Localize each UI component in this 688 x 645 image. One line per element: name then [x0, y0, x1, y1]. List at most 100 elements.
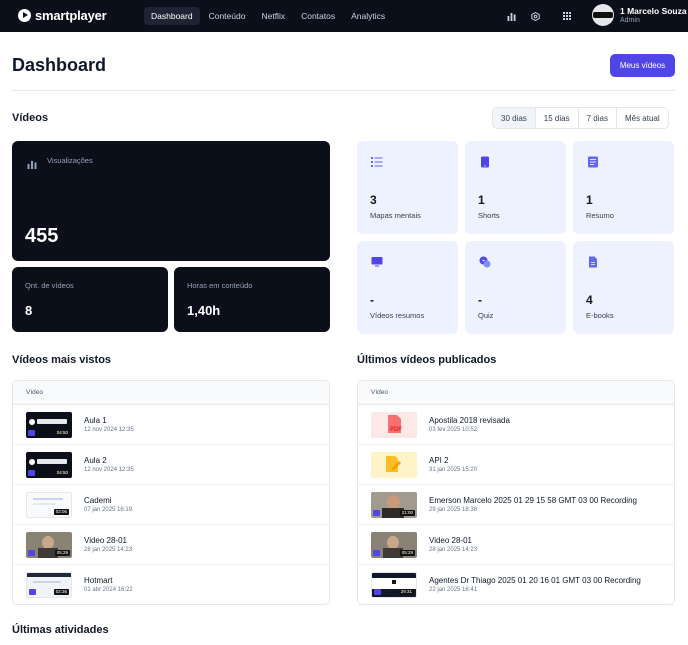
- quiz-card[interactable]: - Quiz: [465, 241, 566, 334]
- grid-icon[interactable]: [561, 10, 573, 22]
- video-thumbnail: 04:50: [26, 451, 72, 478]
- table-row[interactable]: PDF Apostila 2018 revisada 03 fev 2025 1…: [358, 405, 674, 445]
- nav-dashboard[interactable]: Dashboard: [144, 7, 200, 25]
- video-date: 12 nov 2024 12:35: [84, 426, 134, 433]
- main-nav: Dashboard Conteúdo Netflix Contatos Anal…: [144, 7, 392, 25]
- user-name: 1 Marcelo Souza: [620, 5, 687, 16]
- ebook-icon: [587, 255, 599, 268]
- table-row[interactable]: API 2 31 jan 2025 15:20: [358, 445, 674, 485]
- my-videos-button[interactable]: Meus vídeos: [610, 54, 675, 77]
- video-date: 12 nov 2024 12:35: [84, 466, 134, 473]
- range-30-days[interactable]: 30 dias: [493, 108, 536, 128]
- latest-published-title: Últimos vídeos publicados: [357, 354, 497, 366]
- quiz-value: -: [478, 293, 482, 307]
- date-range-tabs: 30 dias 15 dias 7 dias Mês atual: [492, 107, 669, 129]
- most-viewed-table: Vídeo 04:50 Aula 1 12 nov 2024 12:35 04:…: [12, 380, 330, 605]
- video-date: 31 jan 2025 15:20: [429, 466, 478, 473]
- quiz-label: Quiz: [478, 311, 494, 320]
- video-summaries-label: Vídeos resumos: [370, 311, 425, 320]
- summary-value: 1: [586, 193, 593, 207]
- video-thumbnail: 05:29: [371, 531, 417, 558]
- table-row[interactable]: 05:29 Video 28-01 28 jan 2025 14:23: [358, 525, 674, 565]
- video-date: 22 jan 2025 16:41: [429, 587, 478, 593]
- pdf-file-icon: PDF: [371, 411, 417, 438]
- video-thumbnail: 02:06: [26, 491, 72, 518]
- video-date: 28 jan 2025 14:23: [84, 546, 133, 553]
- avatar: [592, 4, 614, 26]
- nav-netflix[interactable]: Netflix: [254, 7, 292, 25]
- mind-maps-card[interactable]: 3 Mapas mentais: [357, 141, 458, 234]
- table-row[interactable]: 29:31 Agentes Dr Thiago 2025 01 20 16 01…: [358, 565, 674, 604]
- shorts-card[interactable]: 1 Shorts: [465, 141, 566, 234]
- summary-card[interactable]: 1 Resumo: [573, 141, 674, 234]
- latest-published-table: Vídeo PDF Apostila 2018 revisada 03 fev …: [357, 380, 675, 605]
- table-row[interactable]: 21:00 Emerson Marcelo 2025 01 29 15 58 G…: [358, 485, 674, 525]
- monitor-icon: [371, 255, 383, 267]
- divider: [12, 90, 675, 91]
- video-title: API 2: [429, 455, 449, 465]
- nav-analytics[interactable]: Analytics: [344, 7, 392, 25]
- video-title: Agentes Dr Thiago 2025 01 20 16 01 GMT 0…: [429, 576, 641, 585]
- document-icon: [587, 155, 599, 168]
- brand-logo[interactable]: smartplayer: [18, 8, 107, 23]
- nav-contatos[interactable]: Contatos: [294, 7, 342, 25]
- video-title: Aula 2: [84, 455, 107, 465]
- video-date: 03 fev 2025 10:52: [429, 426, 478, 433]
- page-title: Dashboard: [12, 55, 107, 75]
- table-header: Vídeo: [358, 381, 674, 405]
- most-viewed-title: Vídeos mais vistos: [12, 354, 112, 366]
- video-thumbnail: 02:36: [26, 572, 72, 598]
- range-7-days[interactable]: 7 dias: [579, 108, 617, 128]
- views-value: 455: [25, 225, 59, 247]
- video-summaries-value: -: [370, 293, 374, 307]
- videos-section-title: Vídeos: [12, 112, 49, 124]
- video-title: Apostila 2018 revisada: [429, 415, 510, 425]
- list-icon: [371, 155, 383, 167]
- video-title: Video 28-01: [84, 535, 127, 545]
- video-date: 29 jan 2025 18:38: [429, 506, 478, 513]
- video-title: Video 28-01: [429, 535, 472, 545]
- ebooks-card[interactable]: 4 E-books: [573, 241, 674, 334]
- video-summaries-card[interactable]: - Vídeos resumos: [357, 241, 458, 334]
- table-header: Vídeo: [13, 381, 329, 405]
- activities-title: Últimas atividades: [12, 624, 109, 636]
- video-title: Cademi: [84, 495, 112, 505]
- hours-value: 1,40h: [187, 303, 221, 318]
- mind-maps-value: 3: [370, 193, 377, 207]
- video-thumbnail: 29:31: [371, 572, 417, 598]
- hours-label: Horas em conteúdo: [187, 281, 253, 290]
- mind-maps-label: Mapas mentais: [370, 211, 421, 220]
- table-row[interactable]: 02:36 Hotmart 01 abr 2024 16:22: [13, 565, 329, 604]
- play-logo-icon: [18, 9, 31, 22]
- quiz-icon: [479, 255, 491, 268]
- settings-icon[interactable]: [529, 10, 541, 22]
- top-navbar: smartplayer Dashboard Conteúdo Netflix C…: [0, 0, 688, 32]
- hours-card: Horas em conteúdo 1,40h: [174, 267, 330, 332]
- video-date: 28 jan 2025 14:23: [429, 546, 478, 553]
- video-thumbnail: 21:00: [371, 491, 417, 518]
- shorts-label: Shorts: [478, 211, 500, 220]
- video-count-label: Qnt. de vídeos: [25, 281, 74, 290]
- summary-label: Resumo: [586, 211, 614, 220]
- nav-conteudo[interactable]: Conteúdo: [202, 7, 253, 25]
- range-15-days[interactable]: 15 dias: [536, 108, 579, 128]
- range-current-month[interactable]: Mês atual: [617, 108, 668, 128]
- user-role: Admin: [620, 16, 640, 24]
- video-date: 07 jan 2025 16:19: [84, 506, 133, 513]
- table-row[interactable]: 02:06 Cademi 07 jan 2025 16:19: [13, 485, 329, 525]
- phone-icon: [479, 155, 491, 168]
- video-title: Hotmart: [84, 576, 113, 585]
- user-menu[interactable]: 1 Marcelo Souza Admin: [592, 4, 687, 26]
- edit-file-icon: [371, 451, 417, 478]
- views-card: Visualizações 455: [12, 141, 330, 261]
- video-thumbnail: 05:29: [26, 531, 72, 558]
- video-title: Aula 1: [84, 415, 107, 425]
- table-row[interactable]: 05:29 Video 28-01 28 jan 2025 14:23: [13, 525, 329, 565]
- video-title: Emerson Marcelo 2025 01 29 15 58 GMT 03 …: [429, 495, 637, 505]
- views-label: Visualizações: [47, 156, 93, 165]
- video-thumbnail: 04:50: [26, 411, 72, 438]
- table-row[interactable]: 04:50 Aula 2 12 nov 2024 12:35: [13, 445, 329, 485]
- bar-chart-icon[interactable]: [505, 10, 517, 22]
- table-row[interactable]: 04:50 Aula 1 12 nov 2024 12:35: [13, 405, 329, 445]
- ebooks-label: E-books: [586, 311, 614, 320]
